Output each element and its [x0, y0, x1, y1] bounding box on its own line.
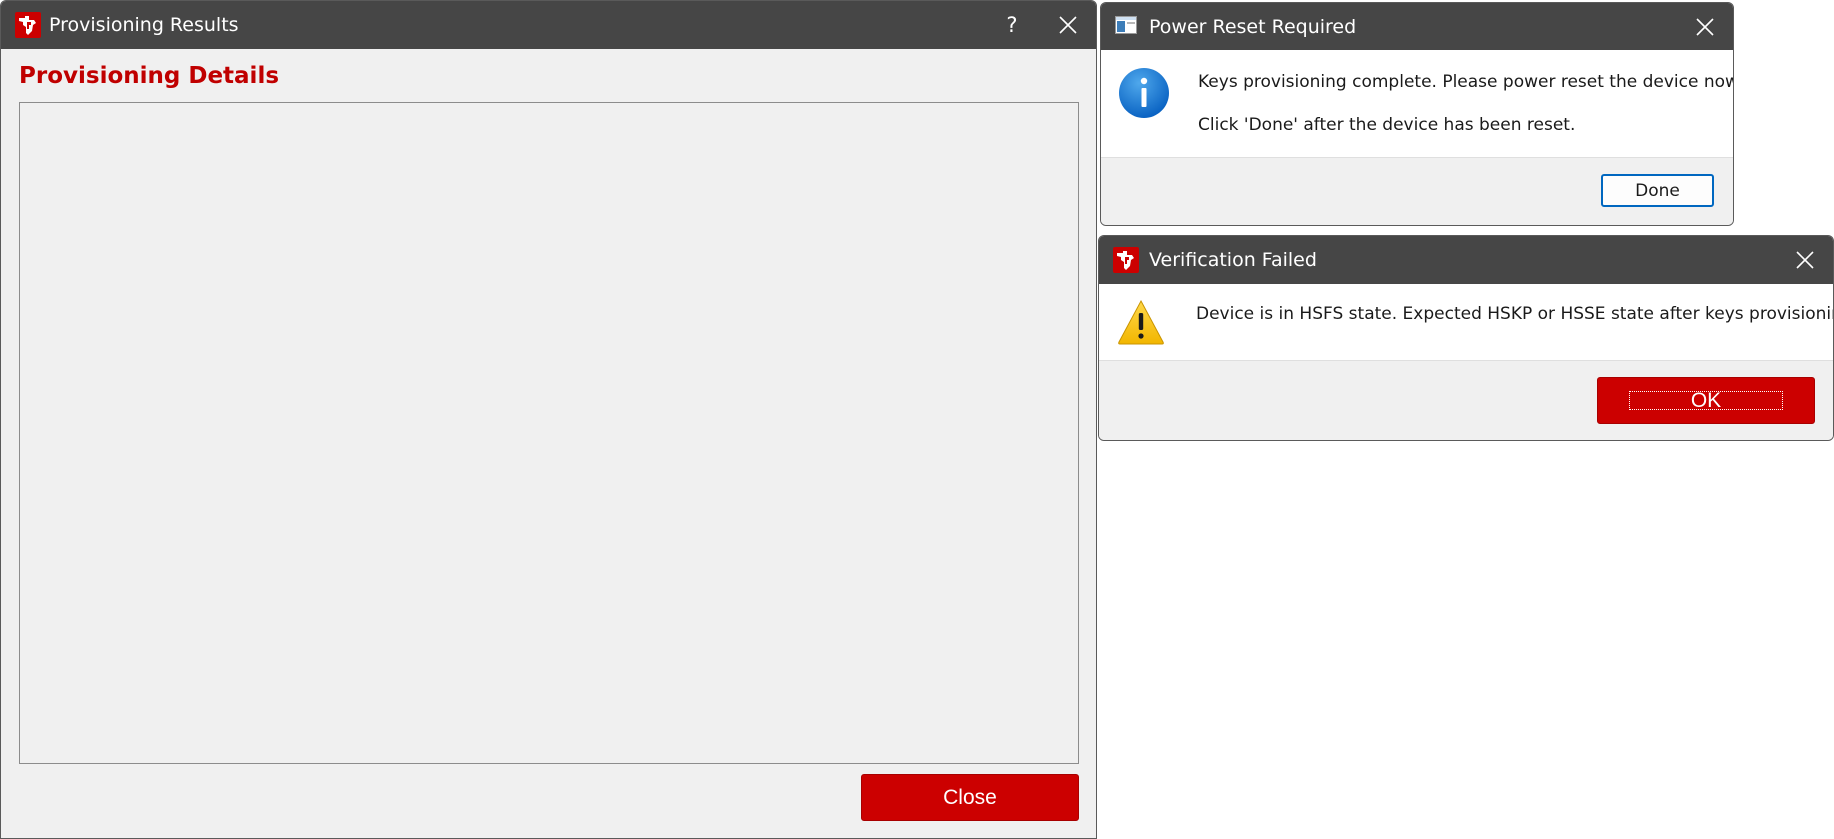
verify-dialog-footer: OK — [1099, 360, 1833, 440]
ok-button[interactable]: OK — [1597, 377, 1815, 424]
verify-dialog-close-button[interactable] — [1777, 236, 1833, 284]
window-app-icon — [1115, 15, 1137, 38]
done-button-label: Done — [1635, 180, 1680, 201]
close-icon — [1796, 251, 1814, 269]
power-reset-dialog: Power Reset Required Keys provisioning c… — [1100, 2, 1734, 226]
verification-failed-dialog: Verification Failed Device is in HSFS st… — [1098, 235, 1834, 441]
done-button[interactable]: Done — [1601, 174, 1714, 207]
warning-icon — [1117, 299, 1165, 349]
ti-logo-icon — [15, 12, 41, 38]
provisioning-details-heading: Provisioning Details — [19, 63, 280, 89]
verify-dialog-titlebar: Verification Failed — [1099, 236, 1833, 284]
provisioning-results-window: Provisioning Results ? Provisioning Deta… — [0, 0, 1097, 839]
power-dialog-titlebar: Power Reset Required — [1101, 3, 1733, 50]
close-button[interactable]: Close — [861, 774, 1079, 821]
info-icon — [1118, 67, 1170, 123]
ok-button-label: OK — [1690, 388, 1722, 412]
power-dialog-body: Keys provisioning complete. Please power… — [1101, 50, 1733, 160]
close-icon — [1059, 16, 1077, 34]
verify-dialog-title: Verification Failed — [1149, 249, 1317, 271]
power-message-line2: Click 'Done' after the device has been r… — [1198, 115, 1576, 135]
close-icon — [1696, 17, 1714, 36]
verify-dialog-body: Device is in HSFS state. Expected HSKP o… — [1099, 284, 1833, 363]
ti-logo-icon — [1113, 247, 1139, 273]
power-message-line1: Keys provisioning complete. Please power… — [1198, 72, 1734, 92]
help-button[interactable]: ? — [984, 1, 1040, 49]
close-button-label: Close — [943, 785, 997, 809]
main-close-title-button[interactable] — [1040, 1, 1096, 49]
help-icon: ? — [1006, 13, 1018, 37]
provisioning-details-panel[interactable] — [19, 102, 1079, 764]
main-window-title: Provisioning Results — [49, 14, 239, 36]
power-dialog-footer: Done — [1101, 157, 1733, 225]
verify-message: Device is in HSFS state. Expected HSKP o… — [1196, 304, 1834, 324]
power-dialog-close-button[interactable] — [1677, 3, 1733, 50]
main-titlebar: Provisioning Results ? — [1, 1, 1096, 49]
power-dialog-title: Power Reset Required — [1149, 15, 1357, 38]
